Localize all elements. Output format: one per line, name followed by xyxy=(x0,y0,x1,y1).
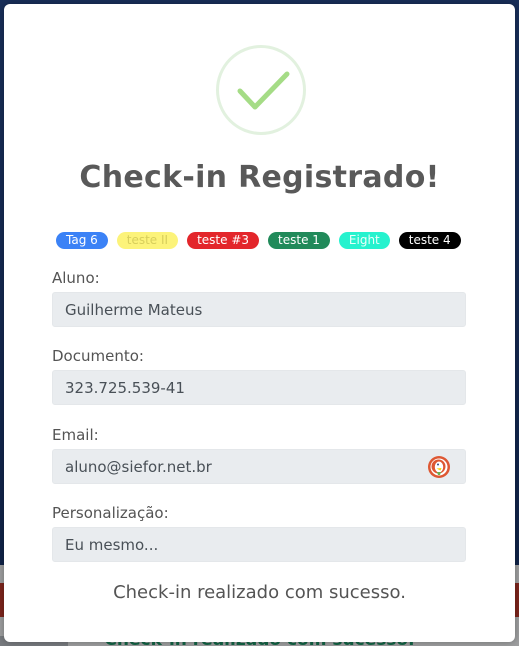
aluno-field[interactable] xyxy=(52,292,466,327)
duckduckgo-icon[interactable] xyxy=(427,455,451,479)
email-label: Email: xyxy=(52,426,99,444)
success-message: Check-in realizado com sucesso. xyxy=(113,582,406,603)
personalizacao-field[interactable] xyxy=(52,527,466,562)
email-field[interactable] xyxy=(52,449,466,484)
tag-list: Tag 6 teste II teste #3 teste 1 Eight te… xyxy=(56,232,461,249)
modal-title: Check-in Registrado! xyxy=(79,160,440,195)
tag-badge: teste 1 xyxy=(268,232,330,249)
tag-badge: teste II xyxy=(116,232,179,249)
documento-label: Documento: xyxy=(52,347,144,365)
tag-badge: Eight xyxy=(338,232,390,249)
aluno-label: Aluno: xyxy=(52,269,100,287)
tag-badge: teste #3 xyxy=(187,232,260,249)
tag-badge: teste 4 xyxy=(398,232,461,249)
checkin-modal: Check-in Registrado! Tag 6 teste II test… xyxy=(4,4,515,642)
check-circle-icon xyxy=(216,45,306,135)
tag-badge: Tag 6 xyxy=(56,232,108,249)
documento-field[interactable] xyxy=(52,370,466,405)
personalizacao-label: Personalização: xyxy=(52,504,169,522)
